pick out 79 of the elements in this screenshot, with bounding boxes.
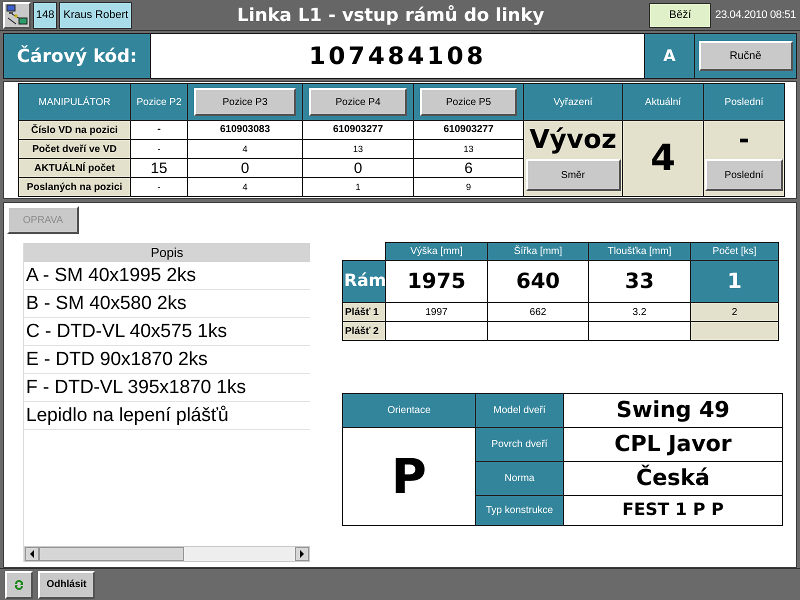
status-indicator: Běží xyxy=(649,2,712,28)
row-label: Číslo VD na pozici xyxy=(18,120,130,140)
last-value: - xyxy=(738,124,750,157)
list-item[interactable]: C - DTD-VL 40x575 1ks xyxy=(24,318,310,346)
list-item[interactable]: Lepidlo na lepení plášťů xyxy=(24,402,310,430)
row-label: Plášť 2 xyxy=(342,322,386,340)
table-cell: 610903277 xyxy=(414,120,524,140)
user-id: 148 xyxy=(33,2,58,28)
table-cell: 662 xyxy=(488,302,588,322)
table-cell: 15 xyxy=(130,158,188,178)
column-header: Poslední xyxy=(704,84,784,120)
user-name: Kraus Robert xyxy=(59,2,132,28)
table-cell: 4 xyxy=(188,140,302,158)
column-header: Aktuální xyxy=(622,84,704,120)
table-cell: 610903083 xyxy=(188,120,302,140)
table-cell: 2 xyxy=(690,302,778,322)
table-cell: 640 xyxy=(488,260,588,302)
list-item[interactable]: F - DTD-VL 395x1870 1ks xyxy=(24,374,310,402)
table-cell: 1975 xyxy=(386,260,488,302)
barcode-field[interactable]: 107484108 xyxy=(150,34,645,78)
row-label: Norma xyxy=(476,462,564,496)
table-cell: - xyxy=(130,120,188,140)
table-cell: 13 xyxy=(302,140,414,158)
row-label: Model dveří xyxy=(476,394,564,428)
horizontal-scrollbar[interactable] xyxy=(24,546,310,562)
position-button[interactable]: Pozice P3 xyxy=(194,88,296,116)
date-time: 23.04.2010 08:51 xyxy=(715,8,797,23)
column-header: Počet [ks] xyxy=(690,242,778,260)
row-label: Rám xyxy=(342,260,386,302)
manual-button[interactable]: Ručně xyxy=(698,41,792,71)
column-header: Tloušťka [mm] xyxy=(588,242,690,260)
column-header: Orientace xyxy=(342,394,476,428)
table-cell: 3.2 xyxy=(588,302,690,322)
table-cell: 0 xyxy=(188,158,302,178)
table-cell: CPL Javor xyxy=(564,428,782,462)
row-label: Poslaných na pozici xyxy=(18,178,130,196)
table-cell: 610903277 xyxy=(302,120,414,140)
column-header: Šířka [mm] xyxy=(488,242,588,260)
position-button[interactable]: Pozice P5 xyxy=(420,88,517,116)
barcode-label: Čárový kód: xyxy=(16,44,138,68)
row-label: AKTUÁLNÍ počet xyxy=(18,158,130,178)
row-label: Počet dveří ve VD xyxy=(18,140,130,158)
table-cell: 1 xyxy=(690,260,778,302)
logout-button[interactable]: Odhlásit xyxy=(38,570,95,598)
column-header: MANIPULÁTOR xyxy=(18,84,130,120)
last-button[interactable]: Poslední xyxy=(705,159,783,191)
column-header: Vyřazení xyxy=(524,84,622,120)
right-arrow-icon[interactable] xyxy=(299,550,305,558)
list-item[interactable]: A - SM 40x1995 2ks xyxy=(24,262,310,290)
position-button[interactable]: Pozice P4 xyxy=(309,88,407,116)
row-label: Povrch dveří xyxy=(476,428,564,462)
orientation-value: P xyxy=(391,448,427,504)
list-item[interactable]: E - DTD 90x1870 2ks xyxy=(24,346,310,374)
list-item[interactable]: B - SM 40x580 2ks xyxy=(24,290,310,318)
row-label: Typ konstrukce xyxy=(476,496,564,526)
reject-value: Vývoz xyxy=(529,124,616,157)
direction-button[interactable]: Směr xyxy=(526,159,620,191)
column-header: Popis xyxy=(24,243,310,262)
refresh-button[interactable] xyxy=(5,570,33,598)
table-cell: 1997 xyxy=(386,302,488,322)
row-label: Plášť 1 xyxy=(342,302,386,322)
table-cell: FEST 1 P P xyxy=(564,496,782,526)
network-button[interactable] xyxy=(3,2,31,28)
mode-label: A xyxy=(645,34,695,78)
column-header: Výška [mm] xyxy=(386,242,488,260)
table-cell: - xyxy=(130,178,188,196)
table-cell: 1 xyxy=(302,178,414,196)
table-cell: - xyxy=(130,140,188,158)
column-header: Pozice P2 xyxy=(130,84,188,120)
table-cell: Česká xyxy=(564,462,782,496)
network-icon xyxy=(6,4,28,26)
window-title: Linka L1 - vstup rámů do linky xyxy=(237,4,544,28)
table-cell: 4 xyxy=(188,178,302,196)
table-cell: 33 xyxy=(588,260,690,302)
table-cell: Swing 49 xyxy=(564,394,782,428)
table-cell: 0 xyxy=(302,158,414,178)
refresh-icon xyxy=(14,580,24,590)
left-arrow-icon[interactable] xyxy=(29,550,35,558)
current-value: 4 xyxy=(650,138,676,178)
